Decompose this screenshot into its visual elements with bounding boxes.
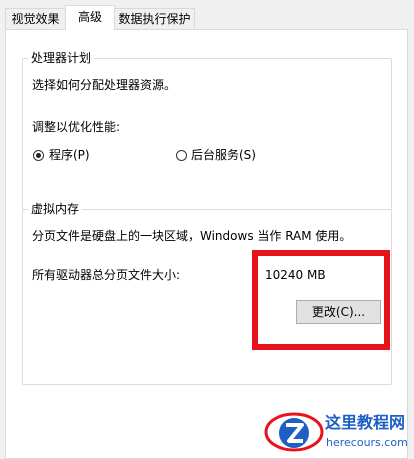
processor-scheduling-legend: 处理器计划 (28, 50, 95, 66)
background-services-radio-label[interactable]: 后台服务(S) (191, 147, 256, 163)
paging-file-description: 分页文件是硬盘上的一块区域，Windows 当作 RAM 使用。 (32, 229, 352, 243)
total-paging-size-label: 所有驱动器总分页文件大小: (32, 268, 181, 282)
tab-advanced[interactable]: 高级 (65, 5, 115, 30)
virtual-memory-legend: 虚拟内存 (28, 201, 83, 217)
optimize-performance-label: 调整以优化性能: (32, 120, 121, 134)
highlight-box (252, 250, 390, 350)
tab-data-execution-prevention[interactable]: 数据执行保护 (114, 8, 195, 29)
programs-radio-label[interactable]: 程序(P) (49, 147, 90, 163)
advanced-panel: 处理器计划 虚拟内存 (5, 29, 408, 459)
background-services-radio[interactable] (176, 150, 187, 161)
tab-bar: 视觉效果 高级 数据执行保护 (0, 0, 414, 30)
watermark-url: herecours.com (326, 436, 408, 449)
processor-description: 选择如何分配处理器资源。 (32, 78, 177, 92)
programs-radio[interactable] (33, 150, 44, 161)
window-right-edge (408, 0, 414, 455)
tab-visual-effects[interactable]: 视觉效果 (5, 8, 66, 29)
watermark-name: 这里教程网 (325, 413, 406, 432)
